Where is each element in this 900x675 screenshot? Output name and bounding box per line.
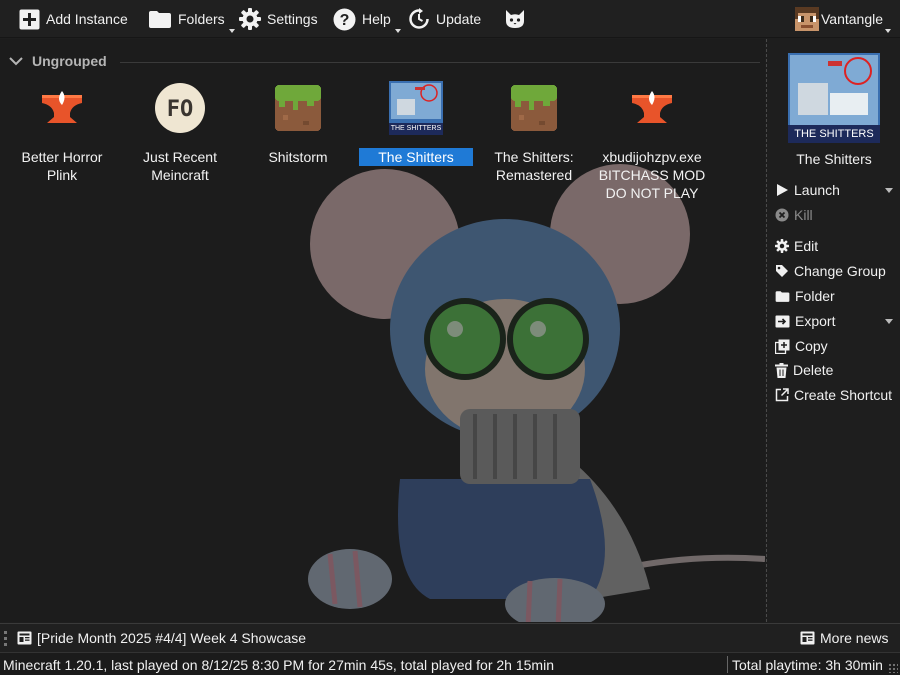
newspaper-icon — [800, 631, 815, 645]
chevron-down-icon[interactable] — [885, 319, 893, 324]
svg-text:FO: FO — [167, 97, 194, 122]
chevron-down-icon — [9, 57, 23, 66]
add-instance-button[interactable]: Add Instance — [19, 0, 128, 38]
x-circle-icon — [775, 208, 789, 222]
trash-icon — [775, 362, 788, 378]
instance-label: Better Horror Plink — [21, 149, 103, 183]
instance-label: Shitstorm — [268, 149, 328, 165]
instance-sidebar: THE SHITTERS The Shitters Launch Kill Ed… — [766, 39, 900, 622]
help-circle-icon: ? — [333, 8, 356, 30]
kill-button[interactable]: Kill — [775, 204, 813, 226]
folder-button[interactable]: Folder — [775, 285, 835, 307]
group-header[interactable]: Ungrouped — [8, 52, 107, 70]
export-button[interactable]: Export — [775, 310, 897, 332]
anvil-icon — [632, 91, 672, 123]
settings-label: Settings — [267, 11, 318, 27]
cat-icon — [506, 10, 524, 28]
instance-label: The Shitters — [359, 148, 473, 166]
resize-grip[interactable] — [888, 663, 898, 673]
news-headline: [Pride Month 2025 #4/4] Week 4 Showcase — [37, 630, 307, 646]
help-button[interactable]: ? Help — [333, 0, 401, 38]
more-news-button[interactable]: More news — [800, 630, 888, 646]
folders-label: Folders — [178, 11, 225, 27]
selected-instance-title: The Shitters — [796, 151, 872, 167]
chevron-down-icon — [394, 29, 401, 33]
instance-tile-selected[interactable]: THE SHITTERS The Shitters — [357, 81, 475, 166]
instance-label: Just Recent Meincraft — [143, 149, 217, 183]
folder-icon — [149, 10, 171, 28]
instance-status-text: Minecraft 1.20.1, last played on 8/12/25… — [3, 657, 554, 673]
toolbar-grip-handle[interactable] — [4, 631, 7, 646]
play-icon — [777, 184, 788, 196]
refresh-icon — [409, 8, 429, 29]
newspaper-icon — [17, 631, 32, 645]
instance-tile[interactable]: xbudijohzpv.exe BITCHASS MOD DO NOT PLAY — [593, 83, 711, 202]
status-divider — [727, 656, 728, 673]
create-shortcut-label: Create Shortcut — [794, 387, 893, 403]
help-label: Help — [362, 11, 391, 27]
group-name: Ungrouped — [32, 53, 107, 69]
selected-instance-thumbnail: THE SHITTERS — [788, 53, 880, 143]
folder-label: Folder — [795, 288, 835, 304]
cat-button[interactable] — [503, 0, 527, 38]
delete-button[interactable]: Delete — [775, 359, 833, 381]
folders-button[interactable]: Folders — [148, 0, 235, 38]
thumbnail-caption: THE SHITTERS — [794, 128, 874, 140]
add-instance-label: Add Instance — [46, 11, 128, 27]
kill-label: Kill — [794, 207, 813, 223]
copy-button[interactable]: Copy — [775, 335, 828, 357]
instance-tile[interactable]: FO Just Recent Meincraft — [121, 83, 239, 184]
export-icon — [775, 315, 790, 327]
settings-button[interactable]: Settings — [239, 0, 318, 38]
export-label: Export — [795, 313, 836, 329]
player-avatar-icon — [795, 7, 819, 31]
chevron-down-icon — [228, 29, 235, 33]
group-divider — [120, 62, 760, 63]
instance-label: xbudijohzpv.exe BITCHASS MOD DO NOT PLAY — [598, 149, 706, 201]
status-bar: Minecraft 1.20.1, last played on 8/12/25… — [0, 652, 900, 675]
change-group-label: Change Group — [794, 263, 886, 279]
delete-label: Delete — [793, 362, 834, 378]
launch-button[interactable]: Launch — [775, 179, 897, 201]
instance-view: Ungrouped Better Horror Plink FO Just Re… — [0, 39, 765, 622]
chevron-down-icon — [885, 29, 892, 33]
thumbnail-caption: THE SHITTERS — [390, 125, 442, 132]
change-group-button[interactable]: Change Group — [775, 260, 886, 282]
news-headline-link[interactable]: [Pride Month 2025 #4/4] Week 4 Showcase — [17, 630, 306, 646]
copy-plus-icon — [775, 339, 790, 354]
plus-box-icon — [19, 9, 40, 29]
edit-button[interactable]: Edit — [775, 235, 818, 257]
grass-block-icon — [511, 85, 557, 131]
instance-tile[interactable]: The Shitters: Remastered — [475, 83, 593, 184]
anvil-icon — [42, 91, 82, 123]
main-toolbar: Add Instance Folders Settings ? Help Upd… — [0, 0, 900, 38]
launch-label: Launch — [794, 182, 840, 198]
total-playtime: Total playtime: 3h 30min — [732, 657, 883, 673]
copy-label: Copy — [795, 338, 828, 354]
custom-thumbnail-icon: THE SHITTERS — [389, 81, 443, 135]
instance-tile[interactable]: Better Horror Plink — [3, 83, 121, 184]
folder-icon — [775, 290, 790, 302]
account-name: Vantangle — [821, 11, 884, 27]
instance-label: The Shitters: Remastered — [494, 149, 574, 183]
tag-icon — [776, 265, 788, 277]
news-bar: [Pride Month 2025 #4/4] Week 4 Showcase … — [0, 623, 900, 652]
account-button[interactable]: Vantangle — [795, 0, 892, 38]
external-link-icon — [775, 388, 789, 402]
mouse-mascot-background — [308, 164, 765, 622]
fo-badge-icon: FO — [155, 83, 205, 133]
gear-icon — [239, 8, 261, 30]
chevron-down-icon[interactable] — [885, 188, 893, 193]
instance-tile[interactable]: Shitstorm — [239, 83, 357, 166]
svg-text:?: ? — [340, 12, 350, 29]
update-button[interactable]: Update — [408, 0, 481, 38]
grass-block-icon — [275, 85, 321, 131]
update-label: Update — [436, 11, 482, 27]
edit-label: Edit — [794, 238, 819, 254]
gear-icon — [775, 239, 789, 253]
create-shortcut-button[interactable]: Create Shortcut — [775, 384, 892, 406]
more-news-label: More news — [820, 630, 889, 646]
